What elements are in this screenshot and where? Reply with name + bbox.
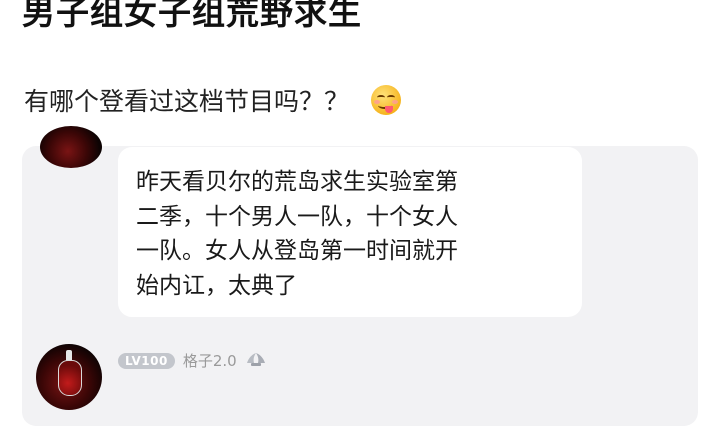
reply-line: 始内讧，太典了 [136, 272, 297, 299]
reply-line: 昨天看贝尔的荒岛求生实验室第 [136, 169, 458, 195]
post-body: 有哪个登看过这档节目吗？？ [24, 82, 402, 118]
username[interactable]: 格子2.0 [183, 350, 237, 371]
comment-meta: LV100 格子2.0 [118, 350, 267, 371]
level-badge: LV100 [118, 352, 175, 369]
honor-wings-icon [245, 351, 267, 371]
reply-line: 一队。女人从登岛第一时间就开 [136, 238, 458, 264]
post-title: 男子组女子组荒野求生 [22, 0, 362, 32]
yummy-face-emoji-icon [371, 85, 402, 115]
post-body-text: 有哪个登看过这档节目吗？？ [24, 87, 350, 116]
quoted-reply-text: 昨天看贝尔的荒岛求生实验室第 二季，十个男人一队，十个女人 一队。女人从登岛第一… [136, 165, 586, 303]
reply-line: 二季，十个男人一队，十个女人 [136, 203, 458, 230]
avatar[interactable] [36, 344, 102, 410]
avatar[interactable] [40, 126, 102, 168]
bottle-icon [58, 360, 82, 396]
